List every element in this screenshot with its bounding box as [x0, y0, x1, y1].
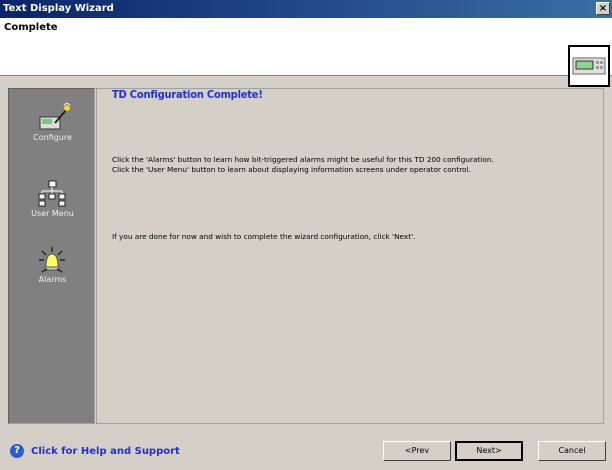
close-button[interactable]: × — [596, 2, 610, 15]
window-title: Text Display Wizard — [3, 3, 114, 14]
content-panel: TD Configuration Complete! Click the 'Al… — [96, 88, 604, 424]
sidebar-item-label: Alarms — [38, 275, 67, 284]
prev-button[interactable]: <Prev — [383, 441, 451, 461]
page-title: Complete — [4, 22, 58, 33]
user-menu-info-text: Click the 'User Menu' button to learn ab… — [112, 165, 471, 174]
sidebar-item-label: User Menu — [31, 209, 74, 218]
help-icon: ? — [10, 444, 24, 458]
next-button[interactable]: Next> — [455, 441, 523, 461]
cancel-button[interactable]: Cancel — [538, 441, 606, 461]
wizard-header: Complete — [0, 18, 612, 87]
title-bar: Text Display Wizard × — [0, 0, 612, 18]
next-info-text: If you are done for now and wish to comp… — [112, 232, 416, 241]
td200-device-icon — [568, 45, 610, 87]
content-title: TD Configuration Complete! — [112, 88, 263, 101]
help-link[interactable]: ? Click for Help and Support — [10, 443, 180, 459]
sidebar: Configure User Menu Alarms — [8, 88, 95, 424]
sidebar-item-configure[interactable]: Configure — [9, 102, 96, 142]
alarms-info-text: Click the 'Alarms' button to learn how b… — [112, 155, 494, 164]
sidebar-item-alarms[interactable]: Alarms — [9, 245, 96, 284]
configure-icon — [9, 102, 96, 133]
user-menu-icon — [9, 179, 96, 209]
sidebar-item-label: Configure — [33, 133, 72, 142]
sidebar-item-user-menu[interactable]: User Menu — [9, 179, 96, 218]
alarm-icon — [9, 245, 96, 275]
help-label: Click for Help and Support — [31, 445, 180, 457]
